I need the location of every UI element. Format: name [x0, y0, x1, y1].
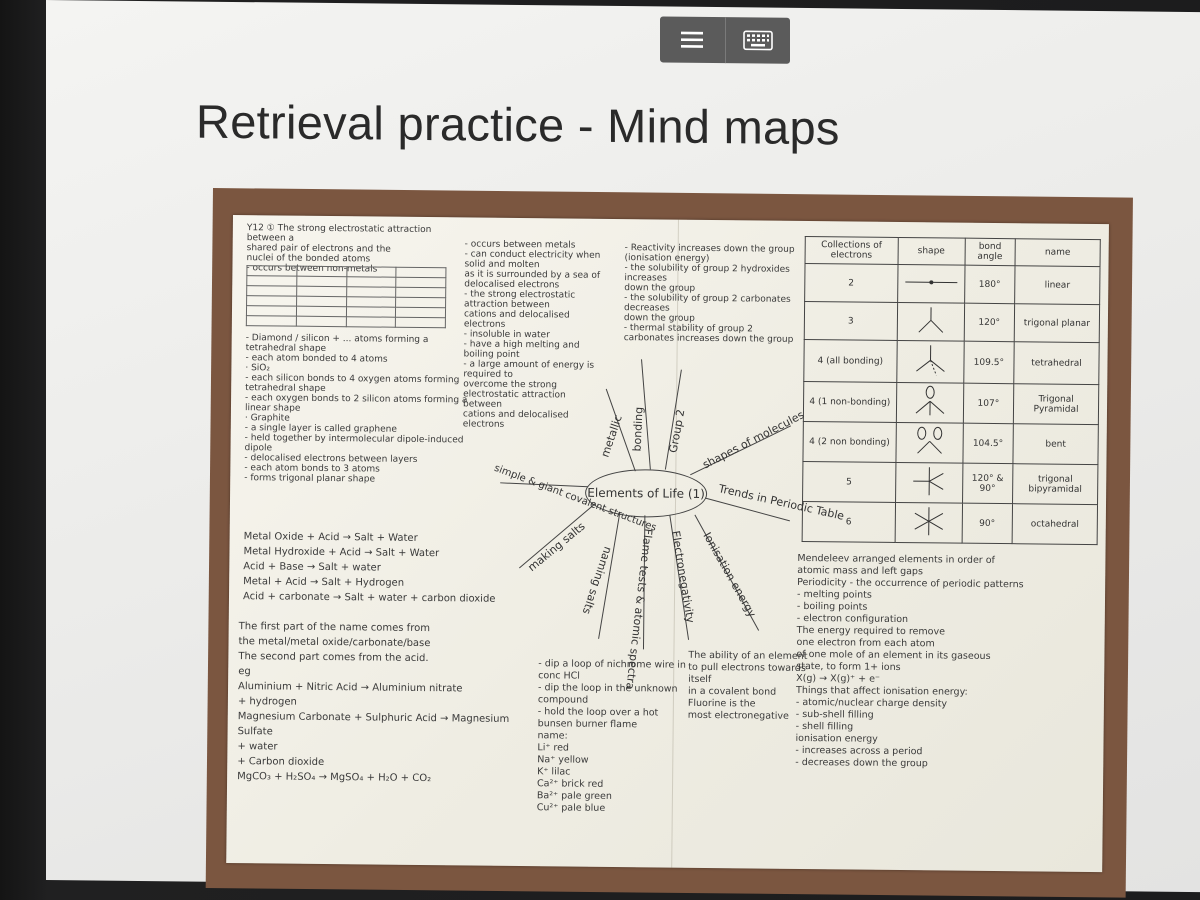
- keyboard-icon: [742, 30, 773, 51]
- mind-map-branches: [500, 359, 792, 650]
- branch-bonding: bonding: [630, 406, 646, 452]
- hamburger-menu-icon: [681, 31, 704, 48]
- mind-map-paper: Y12 ① The strong electrostatic attractio…: [226, 215, 1109, 873]
- menu-button[interactable]: [660, 16, 725, 63]
- presentation-toolbar: [660, 16, 790, 64]
- slide-title: Retrieval practice - Mind maps: [196, 94, 840, 155]
- keyboard-button[interactable]: [724, 17, 790, 64]
